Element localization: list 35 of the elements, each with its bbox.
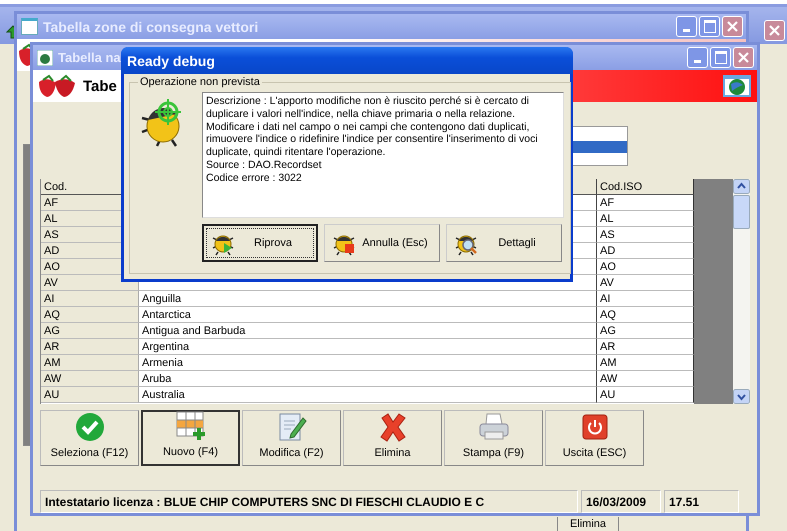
toolbar-button[interactable]: Uscita (ESC) [545, 410, 644, 466]
toolbar-button[interactable]: Modifica (F2) [242, 410, 341, 466]
toolbar-button[interactable]: Stampa (F9) [444, 410, 543, 466]
table-cell: AI [41, 291, 139, 307]
table-cell: Aruba [139, 371, 597, 387]
table-cell: Armenia [139, 355, 597, 371]
group-label: Operazione non prevista [139, 76, 261, 88]
dialog-button[interactable]: Annulla (Esc) [324, 224, 440, 262]
table-cell: AW [41, 371, 139, 387]
table-cell: Anguilla [139, 291, 597, 307]
table-cell: AM [41, 355, 139, 371]
license-text: Intestatario licenza : BLUE CHIP COMPUTERS SNC DI FIESCHI CLAUDIO E C [40, 490, 578, 513]
table-cell: AV [41, 275, 139, 291]
table-cell: Argentina [139, 339, 597, 355]
toolbar-button[interactable]: Seleziona (F12) [40, 410, 139, 466]
table-cell: AR [41, 339, 139, 355]
dialog-button[interactable]: Dettagli [446, 224, 562, 262]
table-cell: AU [41, 387, 139, 403]
table-cell: Antarctica [139, 307, 597, 323]
toolbar-button[interactable]: Nuovo (F4) [141, 410, 240, 466]
table-cell: AQ [41, 307, 139, 323]
dialog-button[interactable]: Riprova [202, 224, 318, 262]
error-message: Descrizione : L'apporto modifiche non è riuscito perché si è cercato di duplicare i valori nell'indice, nella chiave primaria o nella relazione. Modificare i dati nel campo o nei campi che contengono dati duplicati, rimuovere l'indice o ridefinire l'indice per consentire l'inserimento di voci duplicate, quindi ritentare l'operazione. Source : DAO.Recordset Codice errore : 3022 [202, 92, 564, 218]
table-cell: Antigua and Barbuda [139, 323, 597, 339]
window-title: Tabella na [58, 50, 121, 65]
toolbar-button[interactable]: Elimina [343, 410, 442, 466]
status-time: 17.51 [664, 490, 739, 513]
status-date: 16/03/2009 [581, 490, 661, 513]
header-title: Tabe [83, 78, 117, 94]
window-title: Tabella zone di consegna vettori [43, 18, 258, 34]
table-cell: Australia [139, 387, 597, 403]
dialog-title: Ready debug [121, 47, 573, 74]
delete-button[interactable]: Elimina [557, 517, 619, 531]
column-header[interactable]: Cod.ISO [597, 179, 694, 195]
table-cell: AG [41, 323, 139, 339]
